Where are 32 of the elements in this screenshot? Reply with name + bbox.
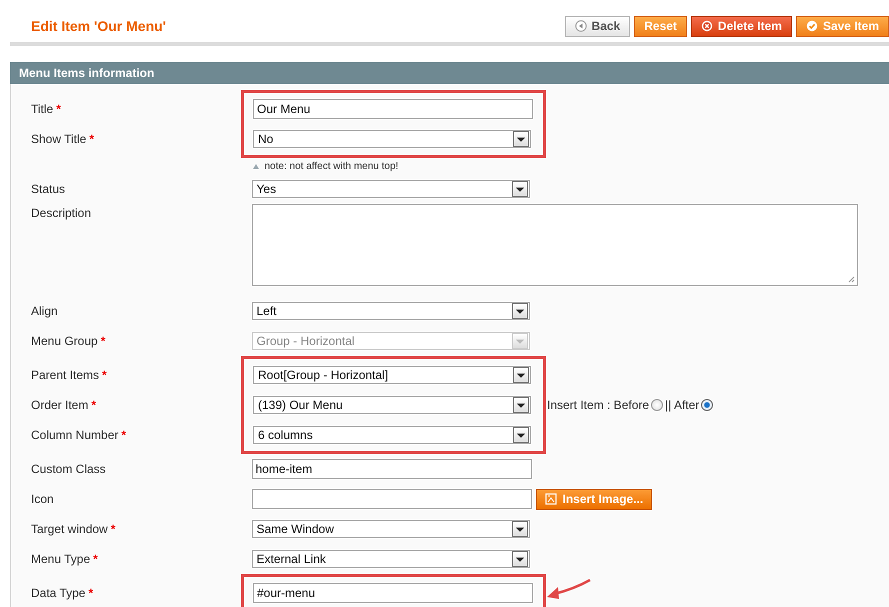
select-field[interactable]: Same Window bbox=[252, 520, 530, 538]
text-field[interactable]: home-item bbox=[252, 459, 532, 479]
select-field[interactable]: Yes bbox=[252, 180, 530, 198]
field-label: Menu Type * bbox=[31, 552, 98, 566]
field-label: Title * bbox=[31, 102, 61, 116]
select-field[interactable]: Left bbox=[252, 302, 530, 320]
header-button[interactable]: Delete Item bbox=[690, 16, 792, 36]
field-label: Status bbox=[31, 182, 66, 196]
field-label: Column Number * bbox=[31, 428, 126, 442]
radio-label: || After bbox=[665, 398, 700, 412]
header-button[interactable]: Back bbox=[564, 16, 630, 36]
field-note: note: not affect with menu top! bbox=[264, 160, 398, 172]
text-field[interactable]: Our Menu bbox=[253, 99, 533, 119]
field-label: Data Type * bbox=[31, 586, 94, 600]
select-field[interactable]: Root[Group - Horizontal] bbox=[253, 366, 531, 384]
text-field[interactable]: #our-menu bbox=[253, 583, 533, 603]
select-field[interactable]: External Link bbox=[252, 550, 530, 568]
section-header: Menu Items information bbox=[10, 62, 889, 84]
field-label: Icon bbox=[31, 492, 54, 506]
field-label: Target window * bbox=[31, 522, 116, 536]
field-label: Order Item * bbox=[31, 398, 96, 412]
select-field[interactable]: (139) Our Menu bbox=[253, 396, 531, 414]
field-label: Show Title * bbox=[31, 132, 94, 146]
page-title: Edit Item 'Our Menu' bbox=[31, 18, 166, 34]
field-label: Menu Group * bbox=[31, 334, 106, 348]
field-label: Parent Items * bbox=[31, 368, 107, 382]
field-label: Custom Class bbox=[31, 462, 106, 476]
select-field[interactable]: 6 columns bbox=[253, 426, 531, 444]
field-label: Description bbox=[31, 206, 92, 220]
field-label: Align bbox=[31, 304, 58, 318]
select-field[interactable]: No bbox=[253, 130, 531, 148]
radio-label: Insert Item : Before bbox=[547, 398, 650, 412]
